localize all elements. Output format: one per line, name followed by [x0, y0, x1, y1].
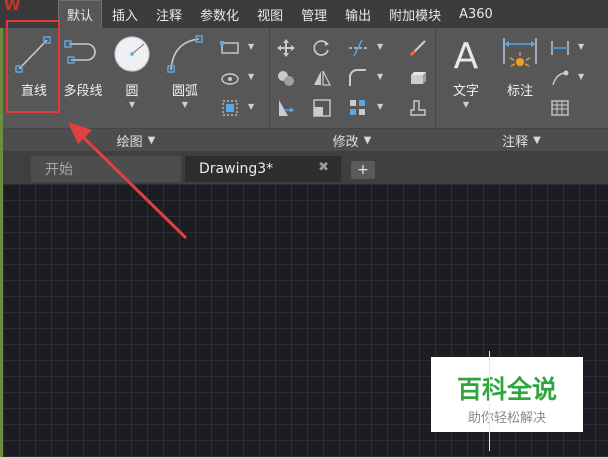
linear-dimension-tool[interactable]	[547, 36, 573, 60]
tab-a360[interactable]: A360	[451, 0, 501, 28]
arc-button[interactable]: 圆弧 ▼	[158, 30, 212, 126]
circle-dropdown-icon[interactable]: ▼	[105, 100, 159, 109]
watermark-subtitle: 助你轻松解决	[467, 411, 546, 426]
rectangle-dropdown-icon[interactable]: ▼	[248, 42, 254, 51]
tab-output[interactable]: 输出	[337, 0, 379, 28]
tab-addins[interactable]: 附加模块	[381, 0, 449, 28]
arc-dropdown-icon[interactable]: ▼	[158, 100, 212, 109]
svg-text:A: A	[454, 36, 479, 74]
close-tab-icon[interactable]: ✖	[318, 160, 329, 175]
hatch-dropdown-icon[interactable]: ▼	[248, 72, 254, 81]
tab-manage[interactable]: 管理	[293, 0, 335, 28]
text-button-label: 文字	[452, 84, 479, 99]
mirror-tool[interactable]	[309, 66, 335, 90]
trim-tool[interactable]	[345, 36, 371, 60]
watermark-title: 百科全说	[456, 375, 557, 404]
modify-panel-title: 修改	[332, 134, 359, 150]
circle-button-label: 圆	[125, 84, 139, 99]
modify-panel: ▼ ▼ ▼ 修改 ▼	[269, 28, 436, 151]
array-dropdown-icon[interactable]: ▼	[377, 102, 383, 111]
arc-icon	[165, 34, 205, 74]
text-icon: A	[446, 34, 486, 77]
document-tab-bar: 开始 Drawing3* ✖ +	[3, 151, 608, 184]
trim-dropdown-icon[interactable]: ▼	[377, 42, 383, 51]
tab-parametric[interactable]: 参数化	[192, 0, 247, 28]
autocad-logo-icon: W	[4, 0, 21, 14]
stretch-tool[interactable]	[273, 96, 299, 120]
annotation-panel-caret-icon: ▼	[533, 134, 541, 146]
rectangle-tool[interactable]	[217, 36, 243, 60]
doc-tab-drawing3-label: Drawing3*	[199, 161, 274, 177]
tab-view[interactable]: 视图	[249, 0, 291, 28]
modify-panel-footer[interactable]: 修改 ▼	[269, 128, 435, 151]
dimension-button-label: 标注	[506, 84, 533, 99]
table-tool[interactable]	[547, 96, 573, 120]
modify-panel-caret-icon: ▼	[363, 134, 372, 146]
text-dropdown-icon[interactable]: ▼	[439, 100, 493, 109]
line-tool-highlight	[6, 20, 60, 113]
polyline-button[interactable]: 多段线	[56, 30, 110, 126]
boundary-dropdown-icon[interactable]: ▼	[248, 102, 254, 111]
doc-tab-start[interactable]: 开始	[31, 156, 181, 182]
leader-dropdown-icon[interactable]: ▼	[578, 72, 584, 81]
ribbon-tab-bar: 默认 插入 注释 参数化 视图 管理 输出 附加模块 A360	[58, 0, 503, 28]
annotation-panel-title: 注释	[502, 134, 529, 150]
explode-tool[interactable]	[405, 66, 431, 90]
draw-panel-caret-icon: ▼	[147, 134, 156, 146]
polyline-button-label: 多段线	[63, 84, 103, 99]
draw-panel-footer[interactable]: 绘图 ▼	[3, 128, 269, 151]
arc-button-label: 圆弧	[171, 84, 198, 99]
tab-annotate[interactable]: 注释	[148, 0, 190, 28]
fillet-dropdown-icon[interactable]: ▼	[377, 72, 383, 81]
ribbon: 直线 多段线 圆 ▼ 圆弧 ▼ ▼ ▼ ▼ 绘图 ▼ ▼ ▼ ▼ 修改 ▼ A …	[3, 28, 608, 151]
array-tool[interactable]	[345, 96, 371, 120]
tab-insert[interactable]: 插入	[104, 0, 146, 28]
tab-default[interactable]: 默认	[58, 0, 103, 28]
dimension-button[interactable]: 标注	[493, 30, 547, 126]
linear-dimension-dropdown-icon[interactable]: ▼	[578, 42, 584, 51]
leader-tool[interactable]	[547, 66, 573, 90]
circle-button[interactable]: 圆 ▼	[105, 30, 159, 126]
cursor-crosshair	[489, 351, 490, 451]
annotation-panel-footer[interactable]: 注释 ▼	[435, 128, 608, 151]
erase-tool[interactable]	[405, 36, 431, 60]
offset-tool[interactable]	[405, 96, 431, 120]
hatch-tool[interactable]	[217, 66, 243, 90]
fillet-tool[interactable]	[345, 66, 371, 90]
boundary-tool[interactable]	[217, 96, 243, 120]
move-tool[interactable]	[273, 36, 299, 60]
draw-panel-title: 绘图	[116, 134, 143, 150]
dimension-icon	[500, 34, 540, 74]
rotate-tool[interactable]	[309, 36, 335, 60]
new-tab-button[interactable]: +	[351, 161, 375, 179]
watermark: 百科全说 助你轻松解决	[431, 357, 583, 432]
doc-tab-drawing3[interactable]: Drawing3* ✖	[185, 156, 341, 182]
text-button[interactable]: A 文字 ▼	[439, 30, 493, 126]
circle-icon	[112, 34, 152, 74]
doc-tab-start-label: 开始	[45, 162, 73, 178]
scale-tool[interactable]	[309, 96, 335, 120]
annotation-panel: A 文字 ▼ 标注 ▼ ▼ 注释 ▼	[435, 28, 608, 151]
polyline-icon	[63, 34, 103, 74]
copy-tool[interactable]	[273, 66, 299, 90]
